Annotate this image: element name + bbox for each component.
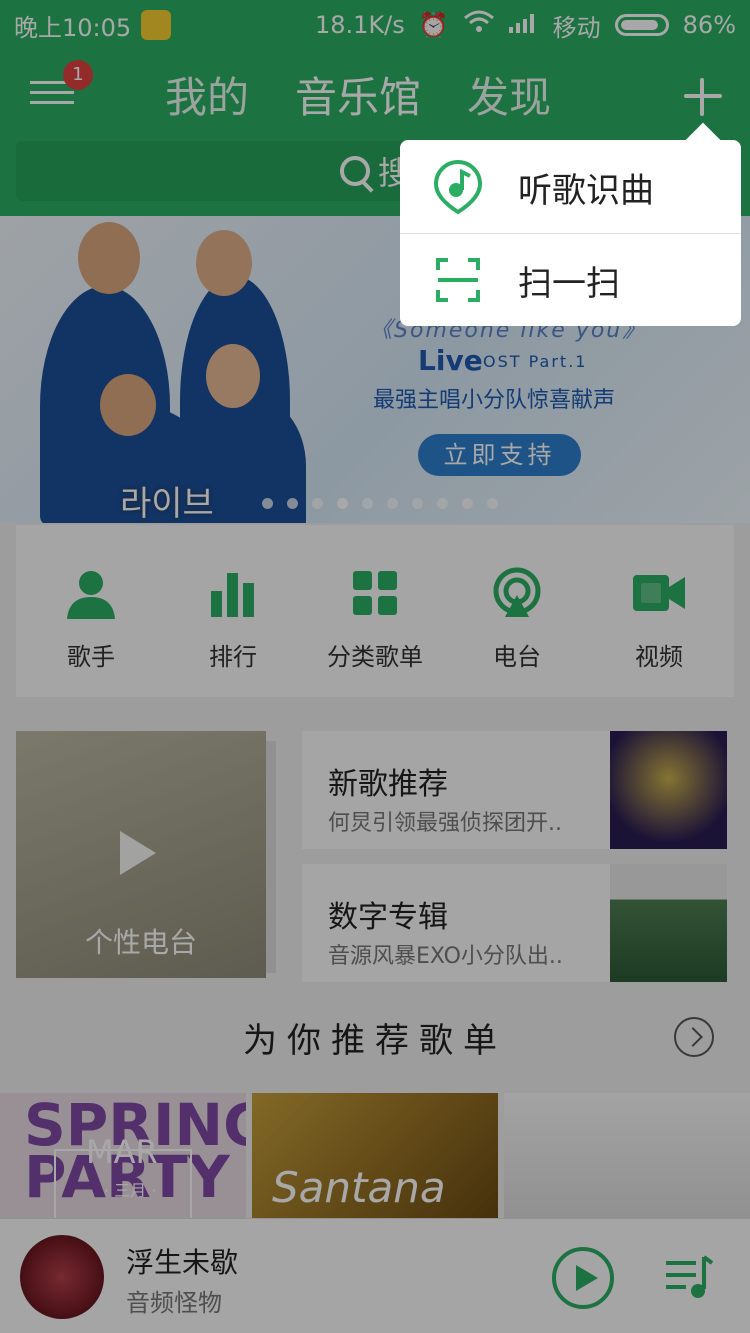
app-root: 晚上10:05 18.1K/s ⏰ 移动 86% 1 我的 音乐馆 发现 搜 《… (0, 0, 750, 1333)
menu-item-music-recognize[interactable]: 听歌识曲 (400, 142, 741, 234)
menu-item-label: 扫一扫 (518, 263, 620, 304)
music-recognize-icon (433, 159, 483, 214)
scan-icon (436, 258, 480, 302)
menu-item-scan[interactable]: 扫一扫 (400, 234, 741, 326)
add-popup-menu: 听歌识曲 扫一扫 (400, 140, 741, 326)
menu-item-label: 听歌识曲 (518, 171, 654, 211)
